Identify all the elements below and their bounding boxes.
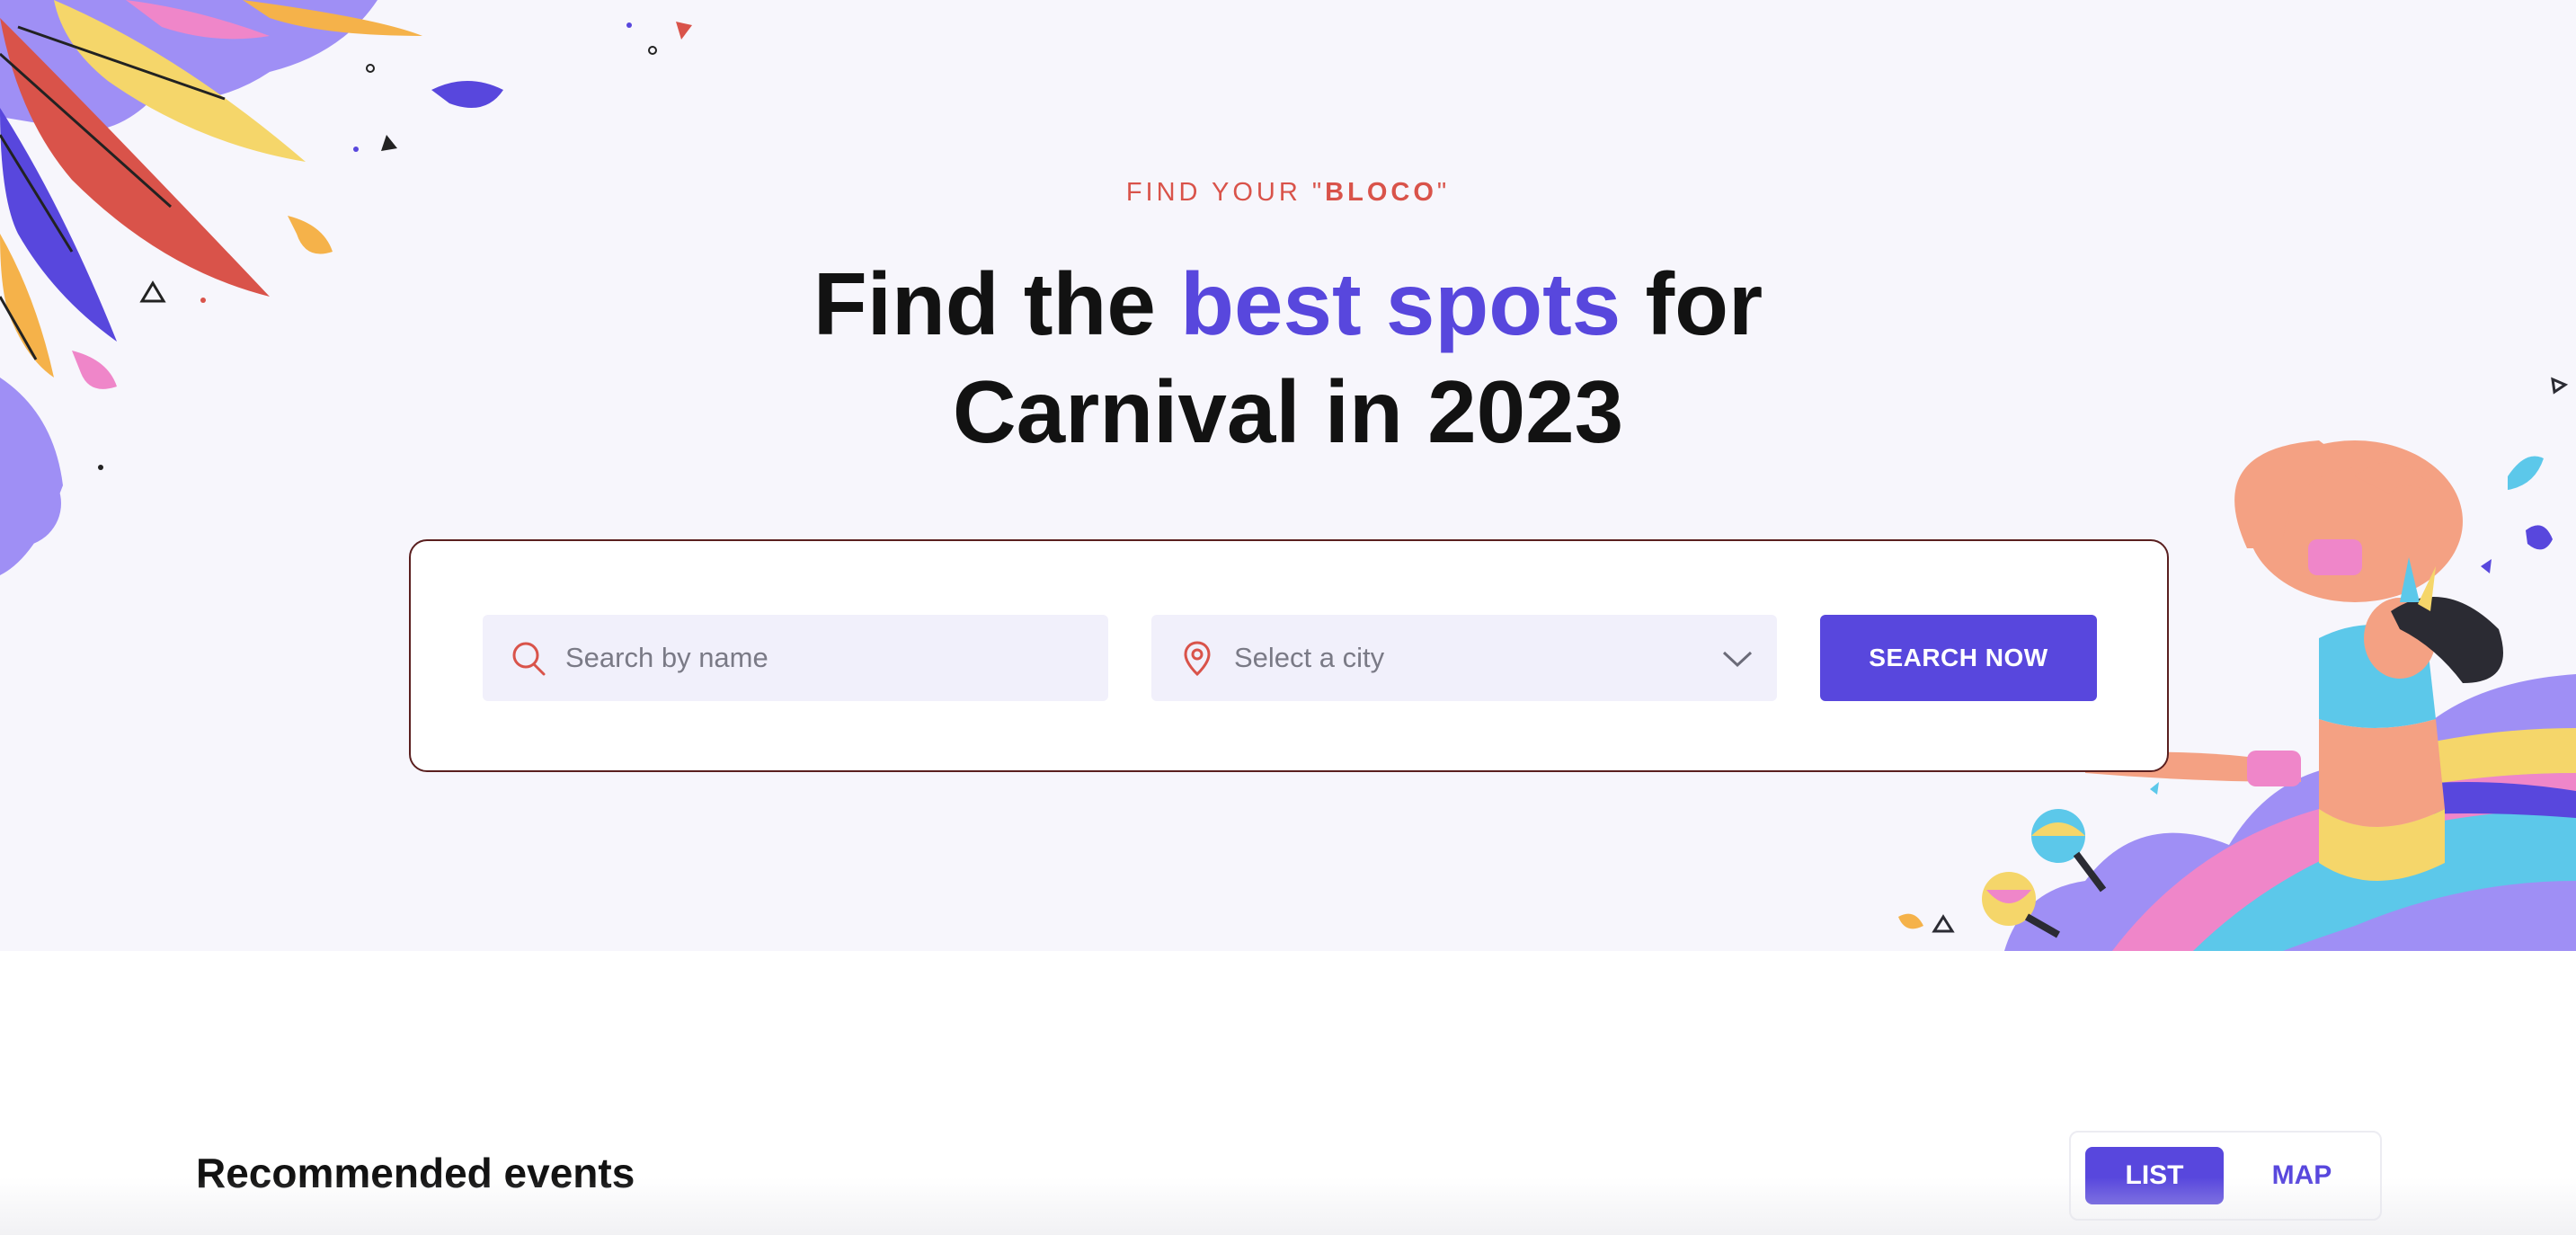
location-pin-icon [1178,639,1216,677]
eyebrow-suffix: " [1436,178,1451,207]
chevron-down-icon [1719,640,1755,676]
hero-eyebrow: FIND YOUR "BLOCO" [0,178,2576,208]
search-now-button[interactable]: SEARCH NOW [1820,615,2097,701]
eyebrow-prefix: FIND YOUR " [1125,178,1326,207]
search-name-input[interactable]: Search by name [483,615,1108,701]
headline-highlight: best spots [1180,254,1621,353]
hero-section: FIND YOUR "BLOCO" Find the best spots fo… [0,0,2576,951]
search-card: Search by name Select a city SEARCH NOW [409,539,2169,772]
search-name-placeholder: Search by name [565,642,768,673]
search-icon [510,639,547,677]
city-select[interactable]: Select a city [1151,615,1777,701]
map-view-button[interactable]: MAP [2233,1147,2371,1204]
headline-part-2: for [1621,254,1763,353]
view-toggle: LIST MAP [2069,1131,2382,1221]
eyebrow-highlight: BLOCO [1325,178,1437,207]
hero-headline: Find the best spots for Carnival in 2023 [0,250,2576,466]
list-view-button[interactable]: LIST [2085,1147,2224,1204]
headline-part-1: Find the [813,254,1181,353]
city-select-placeholder: Select a city [1234,642,1385,673]
recommended-events-title: Recommended events [196,1150,635,1196]
headline-line-2: Carnival in 2023 [952,362,1624,461]
